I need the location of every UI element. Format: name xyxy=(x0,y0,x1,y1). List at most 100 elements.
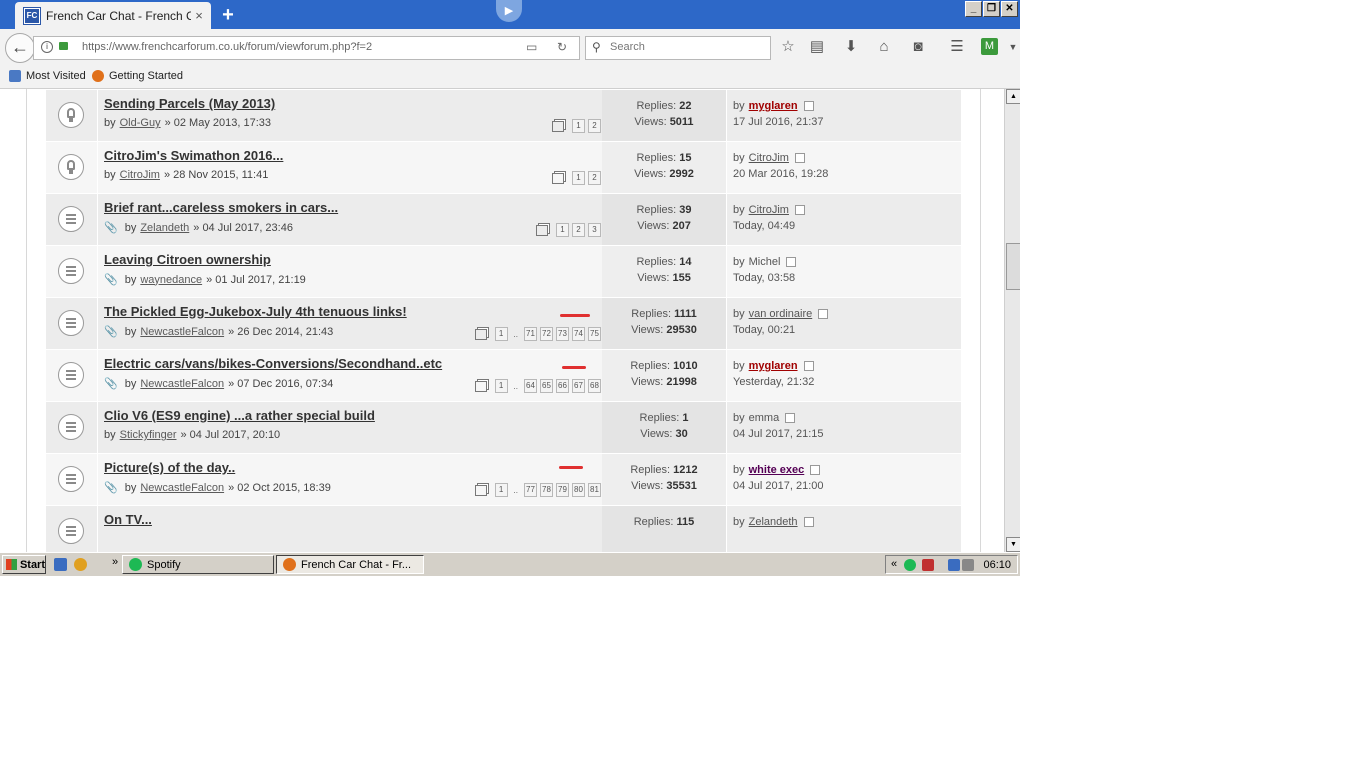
topic-author-link[interactable]: Old-Guy xyxy=(120,117,161,129)
last-post-author-link[interactable]: van ordinaire xyxy=(749,308,813,320)
scroll-up-icon[interactable]: ▲ xyxy=(1006,89,1020,104)
goto-last-post-icon[interactable] xyxy=(794,153,805,163)
page-link[interactable]: 3 xyxy=(588,223,601,237)
bookmark-most-visited[interactable]: Most Visited xyxy=(9,70,86,82)
page-link[interactable]: 1 xyxy=(556,223,569,237)
spotify-tray-icon[interactable] xyxy=(904,559,916,571)
last-post-author-link[interactable]: myglaren xyxy=(749,100,798,112)
download-icon[interactable]: ⬇ xyxy=(842,38,860,56)
topic-author-link[interactable]: waynedance xyxy=(140,274,202,286)
topic-title-link[interactable]: The Pickled Egg-Jukebox-July 4th tenuous… xyxy=(104,304,407,319)
last-post-author-link[interactable]: myglaren xyxy=(749,360,798,372)
topic-title-link[interactable]: Picture(s) of the day.. xyxy=(104,460,235,475)
start-button[interactable]: Start xyxy=(2,555,46,574)
taskbar-item-firefox[interactable]: French Car Chat - Fr... xyxy=(276,555,424,574)
home-icon[interactable]: ⌂ xyxy=(875,38,893,56)
goto-last-post-icon[interactable] xyxy=(818,309,829,319)
reload-icon[interactable]: ↻ xyxy=(557,40,567,54)
scroll-down-icon[interactable]: ▼ xyxy=(1006,537,1020,552)
last-post: by Michel Today, 03:58 xyxy=(726,246,962,297)
bookmark-star-icon[interactable]: ☆ xyxy=(779,38,797,56)
page-link[interactable]: 81 xyxy=(588,483,601,497)
last-post-author-link[interactable]: emma xyxy=(749,412,780,424)
scrollbar-thumb[interactable] xyxy=(1006,243,1020,290)
taskbar-item-spotify[interactable]: Spotify xyxy=(122,555,274,574)
topic-author-link[interactable]: NewcastleFalcon xyxy=(140,326,224,338)
vertical-scrollbar[interactable]: ▲ ▼ xyxy=(1004,89,1020,552)
topic-title-link[interactable]: Electric cars/vans/bikes-Conversions/Sec… xyxy=(104,356,442,371)
topic-title-link[interactable]: Clio V6 (ES9 engine) ...a rather special… xyxy=(104,408,375,423)
topic-title-link[interactable]: Leaving Citroen ownership xyxy=(104,252,271,267)
last-post-author-link[interactable]: CitroJim xyxy=(749,204,789,216)
antivirus-icon[interactable] xyxy=(922,559,934,571)
topic-title-link[interactable]: On TV... xyxy=(104,512,152,527)
topic-author-link[interactable]: Stickyfinger xyxy=(120,429,177,441)
topic-title-link[interactable]: Brief rant...careless smokers in cars... xyxy=(104,200,338,215)
page-link[interactable]: 1 xyxy=(494,327,508,341)
last-post-author-link[interactable]: Zelandeth xyxy=(749,516,798,528)
topic-title-link[interactable]: Sending Parcels (May 2013) xyxy=(104,96,275,111)
page-link[interactable]: 2 xyxy=(588,171,601,185)
search-input[interactable]: ⚲ Search xyxy=(585,36,771,60)
page-link[interactable]: 1 xyxy=(494,483,508,497)
page-link[interactable]: 80 xyxy=(572,483,585,497)
goto-last-post-icon[interactable] xyxy=(794,205,805,215)
page-link[interactable]: 66 xyxy=(556,379,569,393)
page-link[interactable]: 79 xyxy=(556,483,569,497)
page-link[interactable]: 68 xyxy=(588,379,601,393)
new-tab-icon[interactable]: + xyxy=(218,5,238,25)
last-post-author-link[interactable]: CitroJim xyxy=(749,152,789,164)
goto-last-post-icon[interactable] xyxy=(786,257,797,267)
goto-last-post-icon[interactable] xyxy=(803,101,814,111)
page-link[interactable]: 64 xyxy=(524,379,537,393)
close-window-icon[interactable]: ✕ xyxy=(1001,1,1018,17)
page-link[interactable]: 74 xyxy=(572,327,585,341)
tray-chevron-icon[interactable]: « xyxy=(891,558,897,570)
goto-last-post-icon[interactable] xyxy=(785,413,796,423)
menu-icon[interactable]: ☰ xyxy=(948,38,966,56)
topic-title-link[interactable]: CitroJim's Swimathon 2016... xyxy=(104,148,283,163)
info-icon[interactable]: i xyxy=(41,41,53,53)
tab-close-icon[interactable]: × xyxy=(191,8,207,23)
goto-last-post-icon[interactable] xyxy=(810,465,821,475)
page-link[interactable]: 2 xyxy=(588,119,601,133)
page-link[interactable]: 65 xyxy=(540,379,553,393)
page-link[interactable]: 67 xyxy=(572,379,585,393)
browser-tab[interactable]: FC French Car Chat - French Ca... × xyxy=(15,2,211,29)
bookmark-getting-started[interactable]: Getting Started xyxy=(92,70,183,82)
page-link[interactable]: 71 xyxy=(524,327,537,341)
network-icon[interactable] xyxy=(948,559,960,571)
page-link[interactable]: 78 xyxy=(540,483,553,497)
topic-author-link[interactable]: NewcastleFalcon xyxy=(140,378,224,390)
topic-author-link[interactable]: CitroJim xyxy=(120,169,160,181)
page-link[interactable]: 1 xyxy=(494,379,508,393)
page-link[interactable]: 73 xyxy=(556,327,569,341)
topic-author-link[interactable]: Zelandeth xyxy=(140,222,189,234)
quicklaunch-chevron-icon[interactable]: » xyxy=(112,556,118,568)
library-icon[interactable]: ▤ xyxy=(808,38,826,56)
restore-icon[interactable]: ❐ xyxy=(983,1,1000,17)
page-link[interactable]: 1 xyxy=(572,119,585,133)
chrome-icon[interactable] xyxy=(74,558,87,571)
goto-last-post-icon[interactable] xyxy=(803,361,814,371)
last-post-author-link[interactable]: Michel xyxy=(749,256,781,268)
back-button[interactable]: ← xyxy=(5,33,35,63)
show-desktop-icon[interactable] xyxy=(54,558,67,571)
reader-view-icon[interactable]: ▭ xyxy=(526,40,537,54)
pocket-icon[interactable]: ◙ xyxy=(909,38,927,56)
page-link[interactable]: 77 xyxy=(524,483,537,497)
topic-author-link[interactable]: NewcastleFalcon xyxy=(140,482,224,494)
extension-dropdown-icon[interactable]: ▼ xyxy=(1004,38,1020,56)
address-bar[interactable]: i https://www.frenchcarforum.co.uk/forum… xyxy=(33,36,580,60)
media-control-icon[interactable]: ▶ xyxy=(496,0,522,22)
goto-last-post-icon[interactable] xyxy=(803,517,814,527)
extension-icon[interactable]: M xyxy=(981,38,998,55)
page-link[interactable]: 1 xyxy=(572,171,585,185)
page-link[interactable]: 2 xyxy=(572,223,585,237)
minimize-icon[interactable]: _ xyxy=(965,1,982,17)
page-link[interactable]: 75 xyxy=(588,327,601,341)
page-link[interactable]: 72 xyxy=(540,327,553,341)
lock-icon[interactable] xyxy=(59,42,68,50)
volume-icon[interactable] xyxy=(962,559,974,571)
last-post-author-link[interactable]: white exec xyxy=(749,464,805,476)
